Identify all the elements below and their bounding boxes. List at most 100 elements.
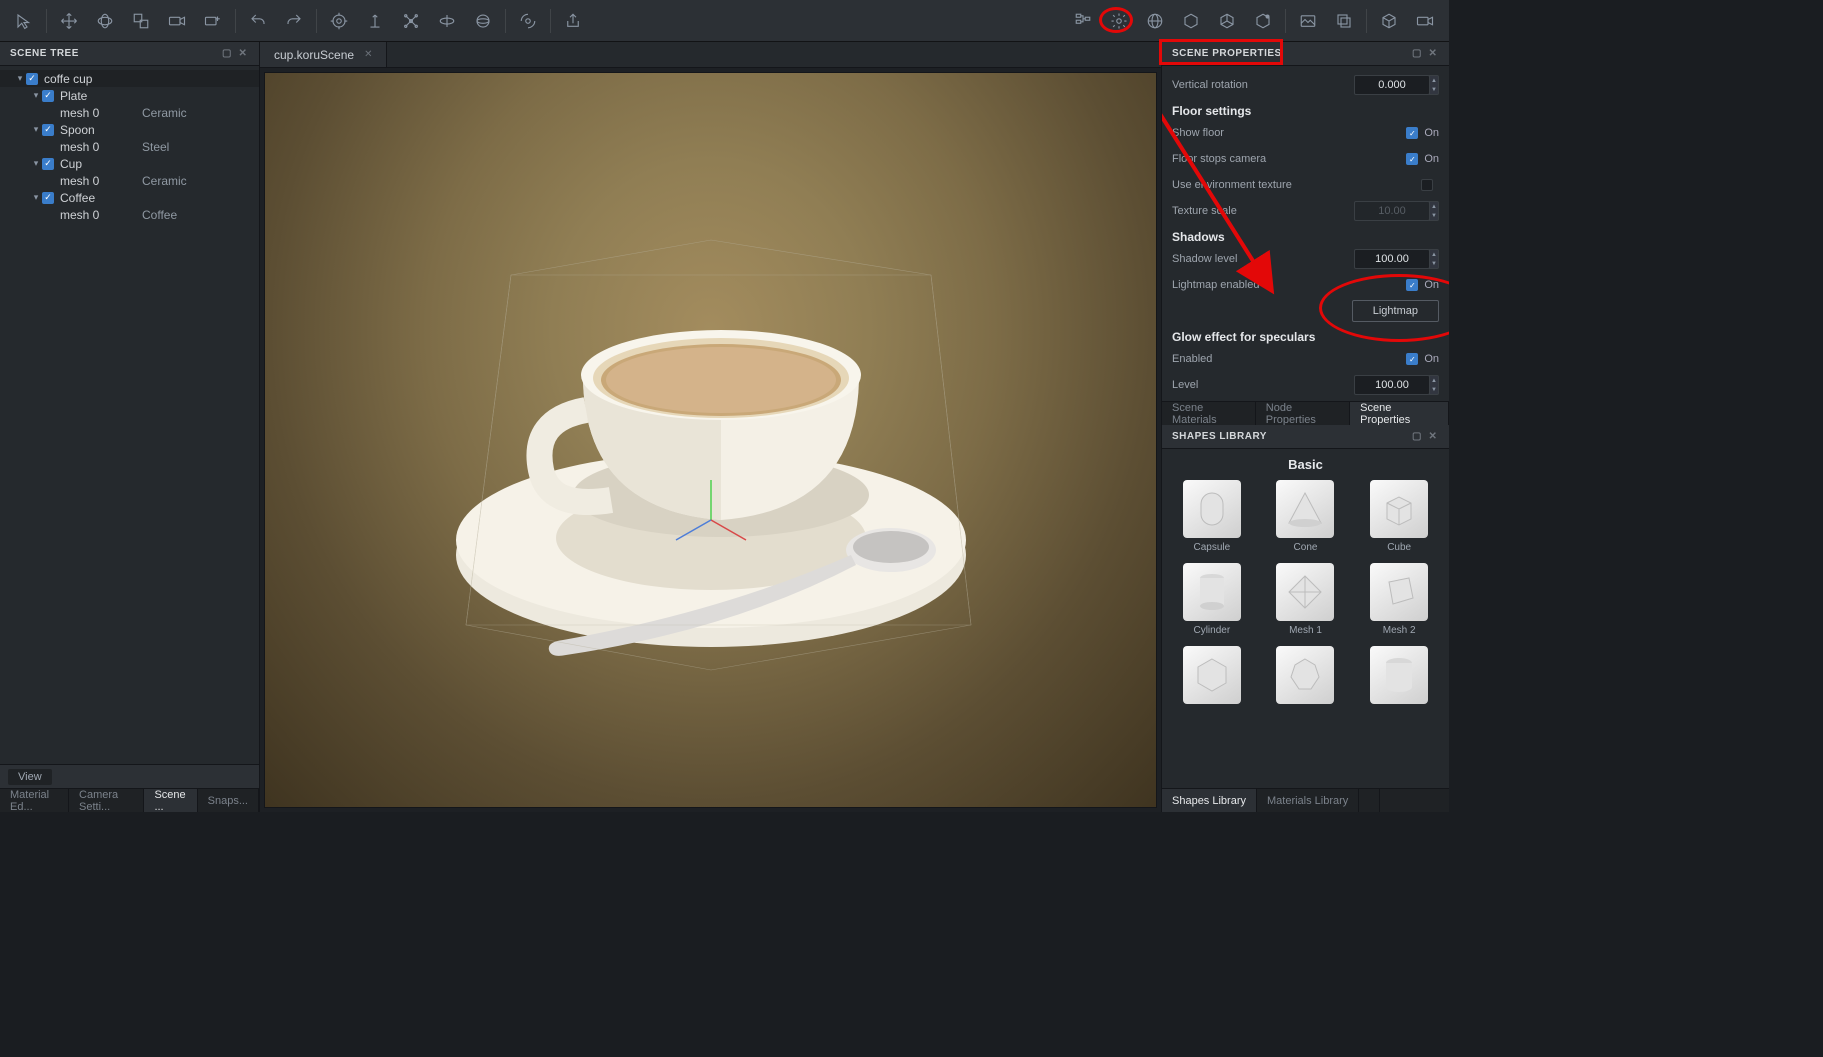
rotate-tool-icon[interactable]	[89, 5, 121, 37]
lightmap-enabled-checkbox[interactable]: ✓	[1406, 279, 1418, 291]
tab-scene-materials[interactable]: Scene Materials	[1162, 402, 1256, 425]
tree-checkbox[interactable]: ✓	[42, 90, 54, 102]
tree-root-label[interactable]: coffe cup	[44, 72, 102, 86]
tree-arrow-icon[interactable]: ▾	[30, 158, 42, 169]
tree-mesh-label[interactable]: mesh 0	[60, 140, 118, 154]
use-env-texture-label: Use environment texture	[1172, 179, 1421, 191]
tree-arrow-icon[interactable]: ▾	[30, 124, 42, 135]
spinner-icon[interactable]: ▲▼	[1429, 75, 1439, 95]
on-label: On	[1424, 279, 1439, 291]
tree-node-label[interactable]: Plate	[60, 89, 118, 103]
tree-arrow-icon[interactable]: ▾	[14, 73, 26, 84]
tab-node-properties[interactable]: Node Properties	[1256, 402, 1350, 425]
shape-cylinder[interactable]: Cylinder	[1170, 563, 1254, 636]
use-env-texture-checkbox[interactable]	[1421, 179, 1433, 191]
tab-snaps[interactable]: Snaps...	[198, 789, 259, 812]
on-label: On	[1424, 127, 1439, 139]
lightmap-enabled-label: Lightmap enabled	[1172, 279, 1406, 291]
tree-checkbox[interactable]: ✓	[42, 192, 54, 204]
shadow-level-label: Shadow level	[1172, 253, 1354, 265]
tree-checkbox[interactable]: ✓	[26, 73, 38, 85]
camera-tool-icon[interactable]	[161, 5, 193, 37]
panel-close-icon[interactable]: ✕	[237, 48, 249, 60]
undo-icon[interactable]	[242, 5, 274, 37]
glow-header: Glow effect for speculars	[1162, 324, 1449, 346]
shape-mesh1[interactable]: Mesh 1	[1264, 563, 1348, 636]
hex1-icon[interactable]	[1175, 5, 1207, 37]
view-button[interactable]: View	[8, 769, 52, 785]
redo-icon[interactable]	[278, 5, 310, 37]
stack-icon[interactable]	[1328, 5, 1360, 37]
shape-extra3[interactable]	[1357, 646, 1441, 708]
add-camera-icon[interactable]	[197, 5, 229, 37]
target-icon[interactable]	[323, 5, 355, 37]
show-floor-checkbox[interactable]: ✓	[1406, 127, 1418, 139]
cursor-tool-icon[interactable]	[8, 5, 40, 37]
floor-stops-camera-checkbox[interactable]: ✓	[1406, 153, 1418, 165]
tree-mesh-label[interactable]: mesh 0	[60, 174, 118, 188]
camera-right-icon[interactable]	[1409, 5, 1441, 37]
glow-enabled-checkbox[interactable]: ✓	[1406, 353, 1418, 365]
anchor-icon[interactable]	[359, 5, 391, 37]
spinner-icon[interactable]: ▲▼	[1429, 249, 1439, 269]
spread-icon[interactable]	[395, 5, 427, 37]
viewport-tab[interactable]: cup.koruScene ✕	[260, 42, 387, 67]
shape-mesh2[interactable]: Mesh 2	[1357, 563, 1441, 636]
scene-tree[interactable]: ▾ ✓ coffe cup ▾✓Plate mesh 0Ceramic ▾✓Sp…	[0, 66, 259, 764]
scale-tool-icon[interactable]	[125, 5, 157, 37]
panel-max-icon[interactable]: ▢	[1411, 48, 1423, 60]
tree-checkbox[interactable]: ✓	[42, 124, 54, 136]
panel-close-icon[interactable]: ✕	[1427, 431, 1439, 443]
on-label: On	[1424, 153, 1439, 165]
shapes-group-title: Basic	[1170, 457, 1441, 472]
tab-camera-settings[interactable]: Camera Setti...	[69, 789, 144, 812]
free-rotate-icon[interactable]	[467, 5, 499, 37]
tree-mesh-label[interactable]: mesh 0	[60, 106, 118, 120]
spinner-icon[interactable]: ▲▼	[1429, 375, 1439, 395]
shape-extra2[interactable]	[1264, 646, 1348, 708]
shape-cone[interactable]: Cone	[1264, 480, 1348, 553]
panel-close-icon[interactable]: ✕	[1427, 48, 1439, 60]
axis-rotate-icon[interactable]	[431, 5, 463, 37]
viewport-tab-bar: cup.koruScene ✕	[260, 42, 1161, 68]
panel-max-icon[interactable]: ▢	[1411, 431, 1423, 443]
tree-node-label[interactable]: Coffee	[60, 191, 118, 205]
shadow-level-input[interactable]	[1354, 249, 1430, 269]
tree-node-label[interactable]: Spoon	[60, 123, 118, 137]
tab-shapes-library[interactable]: Shapes Library	[1162, 789, 1257, 812]
globe-icon[interactable]	[1139, 5, 1171, 37]
orbit-icon[interactable]	[512, 5, 544, 37]
shadows-header: Shadows	[1162, 224, 1449, 246]
settings-icon[interactable]	[1103, 5, 1135, 37]
lightmap-button[interactable]: Lightmap	[1352, 300, 1439, 322]
tree-node-label[interactable]: Cup	[60, 157, 118, 171]
tab-material-editor[interactable]: Material Ed...	[0, 789, 69, 812]
floor-settings-header: Floor settings	[1162, 98, 1449, 120]
export-icon[interactable]	[557, 5, 589, 37]
shape-capsule[interactable]: Capsule	[1170, 480, 1254, 553]
viewport-3d[interactable]	[264, 72, 1157, 808]
vertical-rotation-input[interactable]	[1354, 75, 1430, 95]
shapes-header: SHAPES LIBRARY ▢✕	[1162, 425, 1449, 449]
tree-mesh-label[interactable]: mesh 0	[60, 208, 118, 222]
hex-dot-icon[interactable]	[1247, 5, 1279, 37]
close-icon[interactable]: ✕	[364, 49, 372, 60]
glow-enabled-label: Enabled	[1172, 353, 1406, 365]
right-panel: SCENE PROPERTIES ▢✕ Vertical rotation ▲▼…	[1161, 42, 1449, 812]
tree-checkbox[interactable]: ✓	[42, 158, 54, 170]
tree-arrow-icon[interactable]: ▾	[30, 192, 42, 203]
tab-materials-library[interactable]: Materials Library	[1257, 789, 1359, 812]
hex2-icon[interactable]	[1211, 5, 1243, 37]
shape-cube[interactable]: Cube	[1357, 480, 1441, 553]
move-tool-icon[interactable]	[53, 5, 85, 37]
panel-max-icon[interactable]: ▢	[221, 48, 233, 60]
tab-scene-properties[interactable]: Scene Properties	[1350, 402, 1449, 425]
tab-extra[interactable]	[1359, 789, 1380, 812]
shape-extra1[interactable]	[1170, 646, 1254, 708]
tree-arrow-icon[interactable]: ▾	[30, 90, 42, 101]
tab-scene[interactable]: Scene ...	[144, 789, 197, 812]
image-icon[interactable]	[1292, 5, 1324, 37]
tree-icon[interactable]	[1067, 5, 1099, 37]
glow-level-input[interactable]	[1354, 375, 1430, 395]
cube-icon[interactable]	[1373, 5, 1405, 37]
